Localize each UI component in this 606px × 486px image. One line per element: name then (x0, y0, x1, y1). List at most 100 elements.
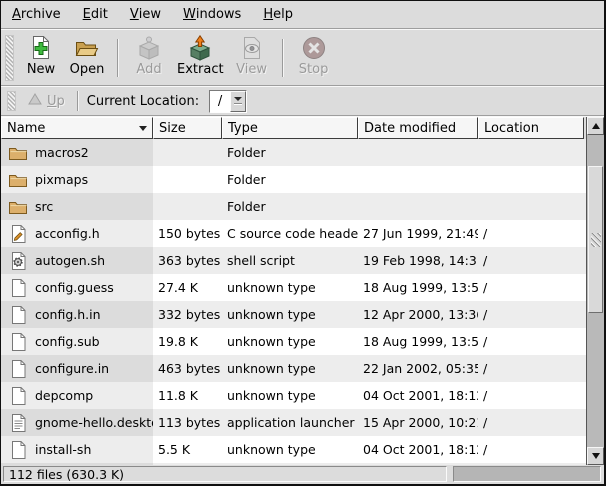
cell-size: 11.8 K (153, 382, 222, 409)
scroll-up-button[interactable] (587, 117, 604, 135)
file-name: configure.in (35, 361, 109, 376)
add-archive-icon (136, 35, 162, 61)
menu-label-rest: indows (196, 7, 241, 22)
scrollbar-thumb[interactable] (588, 166, 603, 313)
current-location-label: Current Location: (87, 94, 199, 109)
open-button[interactable]: Open (64, 33, 110, 83)
cell-loc: / (478, 409, 586, 436)
cell-type: unknown type (222, 436, 358, 463)
extract-button-label: Extract (177, 62, 224, 77)
cell-type: C source code header (222, 220, 358, 247)
plain-file-icon (8, 305, 28, 324)
menu-label-rest: elp (273, 7, 293, 22)
cell-date: 22 Jan 2002, 05:35 (358, 355, 478, 382)
cell-type: Folder (222, 193, 358, 220)
archive-manager-window: ArchiveEditViewWindowsHelp NewOpenAddExt… (0, 0, 606, 486)
table-row[interactable]: autogen.sh363 bytesshell script19 Feb 19… (1, 247, 586, 274)
vertical-scrollbar[interactable] (586, 117, 604, 465)
menu-label-rest: iew (139, 7, 161, 22)
cell-loc: / (478, 247, 586, 274)
status-bar: 112 files (630.3 K) (1, 465, 604, 484)
file-list-area: Name SizeTypeDate modifiedLocation macros… (1, 117, 604, 465)
table-row[interactable]: install-sh5.5 Kunknown type04 Oct 2001, … (1, 436, 586, 463)
cell-name: gnome-hello.desktop (1, 409, 153, 436)
column-header-location[interactable]: Location (478, 117, 584, 139)
menu-windows[interactable]: Windows (172, 1, 252, 28)
location-bar: Up Current Location: / (1, 87, 604, 115)
cell-loc: / (478, 355, 586, 382)
locationbar-drag-handle[interactable] (7, 91, 16, 111)
arrow-down-icon (592, 453, 600, 459)
scrollbar-grip (591, 233, 601, 247)
column-header-label: Name (7, 121, 45, 136)
cell-loc: / (478, 274, 586, 301)
cell-type: shell script (222, 247, 358, 274)
file-name: depcomp (35, 388, 93, 403)
location-combo-value[interactable]: / (210, 91, 230, 112)
file-list: Name SizeTypeDate modifiedLocation macros… (1, 117, 586, 465)
file-name: gnome-hello.desktop (35, 415, 153, 430)
desktop-file-icon (8, 413, 28, 432)
menu-edit[interactable]: Edit (72, 1, 119, 28)
status-text: 112 files (630.3 K) (3, 466, 447, 482)
menu-label-accel: A (12, 7, 21, 22)
script-file-icon (8, 251, 28, 270)
table-row[interactable]: configure.in 463 bytesunknown type22 Jan … (1, 355, 586, 382)
new-button-label: New (27, 62, 55, 77)
cell-size: 463 bytes (153, 355, 222, 382)
cell-loc (478, 166, 586, 193)
cell-name: autogen.sh (1, 247, 153, 274)
file-name: config.guess (35, 280, 114, 295)
menu-view[interactable]: View (119, 1, 172, 28)
toolbar-drag-handle[interactable] (5, 35, 14, 81)
folder-icon (8, 170, 28, 189)
stop-button[interactable]: Stop (291, 33, 337, 83)
column-header-size[interactable]: Size (153, 117, 222, 139)
cell-loc: / (478, 220, 586, 247)
location-combo[interactable]: / (209, 90, 247, 113)
menu-label-rest: rchive (21, 7, 61, 22)
progress-bar (453, 466, 601, 482)
table-rows: macros2FolderpixmapsFoldersrcFolderaccon… (1, 139, 586, 465)
folder-icon (8, 143, 28, 162)
table-row[interactable]: depcomp11.8 Kunknown type04 Oct 2001, 18… (1, 382, 586, 409)
up-button-label: Up (47, 94, 65, 109)
add-button-label: Add (136, 62, 161, 77)
up-button[interactable]: Up (24, 91, 69, 111)
cell-type: unknown type (222, 355, 358, 382)
menu-help[interactable]: Help (252, 1, 304, 28)
file-name: config.sub (35, 334, 100, 349)
table-row[interactable]: macros2Folder (1, 139, 586, 166)
column-header-name[interactable]: Name (1, 117, 153, 139)
extract-button[interactable]: Extract (172, 33, 229, 83)
cell-date: 04 Oct 2001, 18:12 (358, 436, 478, 463)
cell-name: configure.in (1, 355, 153, 382)
stop-icon (301, 35, 327, 61)
file-name: pixmaps (35, 172, 88, 187)
scroll-down-button[interactable] (587, 447, 604, 465)
cell-type: unknown type (222, 382, 358, 409)
menu-bar: ArchiveEditViewWindowsHelp (1, 1, 604, 28)
table-row[interactable]: config.sub19.8 Kunknown type18 Aug 1999,… (1, 328, 586, 355)
cell-size: 332 bytes (153, 301, 222, 328)
cell-name: install-sh (1, 436, 153, 463)
combo-dash (234, 103, 242, 105)
menu-label-rest: dit (91, 7, 108, 22)
column-header-type[interactable]: Type (222, 117, 358, 139)
location-combo-dropdown-button[interactable] (230, 91, 246, 112)
folder-icon (8, 197, 28, 216)
table-row[interactable]: config.h.in332 bytesunknown type12 Apr 2… (1, 301, 586, 328)
menu-label-accel: W (183, 7, 196, 22)
add-button[interactable]: Add (126, 33, 172, 83)
file-name: config.h.in (35, 307, 101, 322)
cell-date: 27 Jun 1999, 21:49 (358, 220, 478, 247)
new-button[interactable]: New (18, 33, 64, 83)
table-row[interactable]: gnome-hello.desktop113 bytesapplication … (1, 409, 586, 436)
view-button[interactable]: View (229, 33, 275, 83)
menu-archive[interactable]: Archive (1, 1, 72, 28)
table-row[interactable]: pixmapsFolder (1, 166, 586, 193)
column-header-date[interactable]: Date modified (358, 117, 478, 139)
table-row[interactable]: acconfig.h150 bytesC source code header2… (1, 220, 586, 247)
table-row[interactable]: srcFolder (1, 193, 586, 220)
table-row[interactable]: config.guess27.4 Kunknown type18 Aug 199… (1, 274, 586, 301)
